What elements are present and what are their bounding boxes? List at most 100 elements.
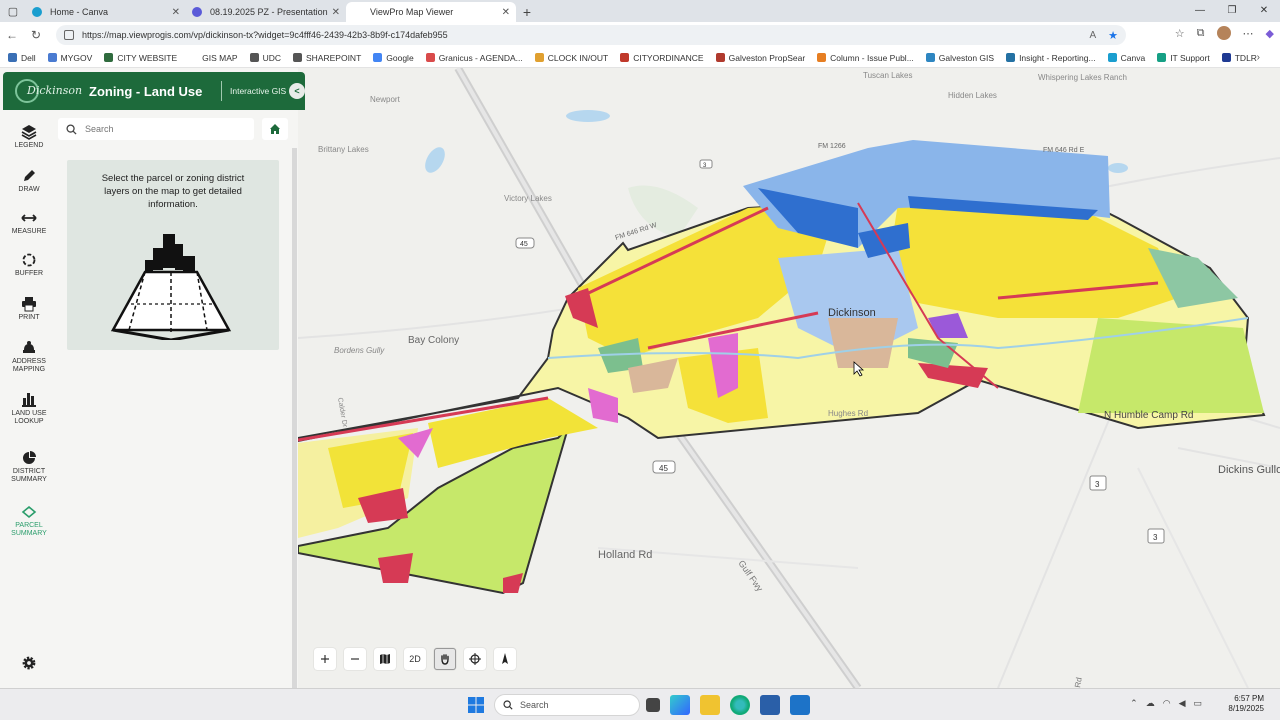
compass-button[interactable] <box>494 648 516 670</box>
map-canvas[interactable]: Newport Brittany Lakes Victory Lakes Bay… <box>298 68 1280 688</box>
url-field[interactable]: https://map.viewprogis.com/vp/dickinson-… <box>56 25 1126 45</box>
svg-text:Hughes Rd: Hughes Rd <box>828 409 868 418</box>
edge-browser-icon[interactable] <box>730 695 750 715</box>
system-tray: ⌃ ☁ ◠ ◀ ▭ <box>1130 698 1202 709</box>
svg-text:Dickins Gullo Oil F: Dickins Gullo Oil F <box>1218 464 1280 476</box>
tool-land-use-lookup[interactable]: LAND USE LOOKUP <box>0 392 58 426</box>
more-menu-icon[interactable]: ⋯ <box>1243 27 1254 40</box>
bookmark-favicon-icon <box>425 53 435 62</box>
profile-avatar[interactable] <box>1216 26 1231 40</box>
search-input[interactable] <box>85 124 245 134</box>
tool-address-mapping[interactable]: ADDRESS MAPPING <box>0 340 58 374</box>
windows-start-icon[interactable] <box>466 695 486 715</box>
bookmark-item[interactable]: GIS MAP <box>189 53 238 63</box>
minimize-icon[interactable]: — <box>1184 0 1216 22</box>
task-view-icon[interactable] <box>646 698 660 712</box>
tool-print[interactable]: PRINT <box>0 296 58 322</box>
onedrive-icon[interactable]: ☁ <box>1146 698 1155 709</box>
plus-icon <box>321 655 329 663</box>
new-tab-button[interactable]: + <box>516 2 538 22</box>
rotate-button[interactable] <box>464 648 486 670</box>
tab-close-icon[interactable]: ✕ <box>502 7 510 18</box>
battery-icon[interactable]: ▭ <box>1193 698 1202 709</box>
tool-legend[interactable]: LEGEND <box>0 124 58 150</box>
bookmark-item[interactable]: Granicus - AGENDA... <box>425 53 523 63</box>
bookmark-favicon-icon <box>817 53 827 62</box>
tool-district-summary[interactable]: DISTRICT SUMMARY <box>0 450 58 484</box>
wifi-icon[interactable]: ◠ <box>1163 698 1171 709</box>
presentation-favicon-icon <box>192 7 202 17</box>
bookmark-item[interactable]: Galveston GIS <box>925 53 994 63</box>
zoning-map[interactable]: Newport Brittany Lakes Victory Lakes Bay… <box>298 68 1280 688</box>
taskbar-search[interactable]: Search <box>494 694 640 716</box>
toggle-2d-button[interactable]: 2D <box>404 648 426 670</box>
tool-measure[interactable]: MEASURE <box>0 210 58 236</box>
collections-icon[interactable]: ⧉ <box>1197 27 1205 40</box>
bookmark-favicon-icon <box>1107 53 1117 62</box>
tab-viewpro[interactable]: ViewPro Map Viewer ✕ <box>346 2 516 22</box>
outlook-icon[interactable] <box>790 695 810 715</box>
bookmark-favicon-icon <box>373 53 383 62</box>
browser-actions: ☆ ⧉ ⋯ ◆ <box>1175 26 1274 40</box>
bookmark-item[interactable]: IT Support <box>1157 53 1210 63</box>
basemap-button[interactable] <box>374 648 396 670</box>
bookmarks-overflow-icon[interactable]: › <box>1257 52 1260 63</box>
site-info-icon[interactable] <box>64 30 74 40</box>
canva-favicon-icon <box>32 7 42 17</box>
tab-close-icon[interactable]: ✕ <box>172 7 180 18</box>
svg-text:FM 1266: FM 1266 <box>818 143 846 150</box>
bookmark-item[interactable]: MYGOV <box>47 53 92 63</box>
panel-scrollbar[interactable] <box>292 148 297 688</box>
tool-parcel-summary[interactable]: PARCEL SUMMARY <box>0 504 58 538</box>
settings-gear-icon[interactable] <box>20 654 38 672</box>
restore-icon[interactable]: ❐ <box>1216 0 1248 22</box>
bookmark-favicon-icon <box>8 53 17 62</box>
bookmark-item[interactable]: Dell <box>8 53 36 63</box>
search-box[interactable] <box>58 118 254 140</box>
zoom-in-button[interactable] <box>314 648 336 670</box>
read-aloud-icon[interactable]: A <box>1089 30 1096 41</box>
zoom-out-button[interactable] <box>344 648 366 670</box>
bookmark-item[interactable]: UDC <box>249 53 281 63</box>
tab-presentation[interactable]: 08.19.2025 PZ - Presentation ✕ <box>186 2 346 22</box>
bookmark-item[interactable]: Insight - Reporting... <box>1006 53 1096 63</box>
tab-canva[interactable]: Home - Canva ✕ <box>26 2 186 22</box>
copilot-app-icon[interactable] <box>670 695 690 715</box>
file-explorer-icon[interactable] <box>700 695 720 715</box>
bookmark-item[interactable]: CLOCK IN/OUT <box>534 53 608 63</box>
svg-text:Dickinson: Dickinson <box>828 307 876 319</box>
layers-icon <box>21 125 37 140</box>
close-window-icon[interactable]: ✕ <box>1248 0 1280 22</box>
bookmark-item[interactable]: Column - Issue Publ... <box>817 53 914 63</box>
svg-text:Brittany Lakes: Brittany Lakes <box>318 145 369 154</box>
taskbar-search-icon <box>503 700 513 710</box>
volume-icon[interactable]: ◀ <box>1179 698 1186 709</box>
bookmark-item[interactable]: Canva <box>1107 53 1145 63</box>
bookmark-item[interactable]: CITYORDINANCE <box>620 53 704 63</box>
logo-text: Dickinson <box>27 84 83 97</box>
tray-expand-icon[interactable]: ⌃ <box>1130 698 1138 709</box>
reload-icon[interactable]: ↻ <box>24 28 48 42</box>
tab-close-icon[interactable]: ✕ <box>332 7 340 18</box>
taskbar-clock[interactable]: 6:57 PM 8/19/2025 <box>1228 694 1264 714</box>
extensions-icon[interactable]: ☆ <box>1175 27 1185 40</box>
home-button[interactable] <box>262 118 288 140</box>
bookmark-favicon-icon <box>620 53 630 62</box>
compass-icon <box>502 653 508 664</box>
bookmark-item[interactable]: TDLR <box>1221 53 1257 63</box>
svg-text:Holland Rd: Holland Rd <box>598 549 652 561</box>
tool-draw[interactable]: DRAW <box>0 168 58 194</box>
bookmark-item[interactable]: CITY WEBSITE <box>104 53 177 63</box>
tool-buffer[interactable]: BUFFER <box>0 252 58 278</box>
collapse-panel-button[interactable]: < <box>289 83 305 99</box>
tab-actions-icon[interactable]: ▢ <box>0 0 26 22</box>
bookmark-item[interactable]: SHAREPOINT <box>293 53 361 63</box>
bookmark-item[interactable]: Google <box>373 53 414 63</box>
pan-button[interactable] <box>434 648 456 670</box>
copilot-icon[interactable]: ◆ <box>1266 27 1274 40</box>
store-icon[interactable] <box>760 695 780 715</box>
city-logo: Dickinson <box>11 76 82 106</box>
bookmark-item[interactable]: Galveston PropSear <box>715 53 805 63</box>
back-icon[interactable]: ← <box>0 28 24 42</box>
bookmark-star-icon[interactable]: ★ <box>1108 29 1118 42</box>
